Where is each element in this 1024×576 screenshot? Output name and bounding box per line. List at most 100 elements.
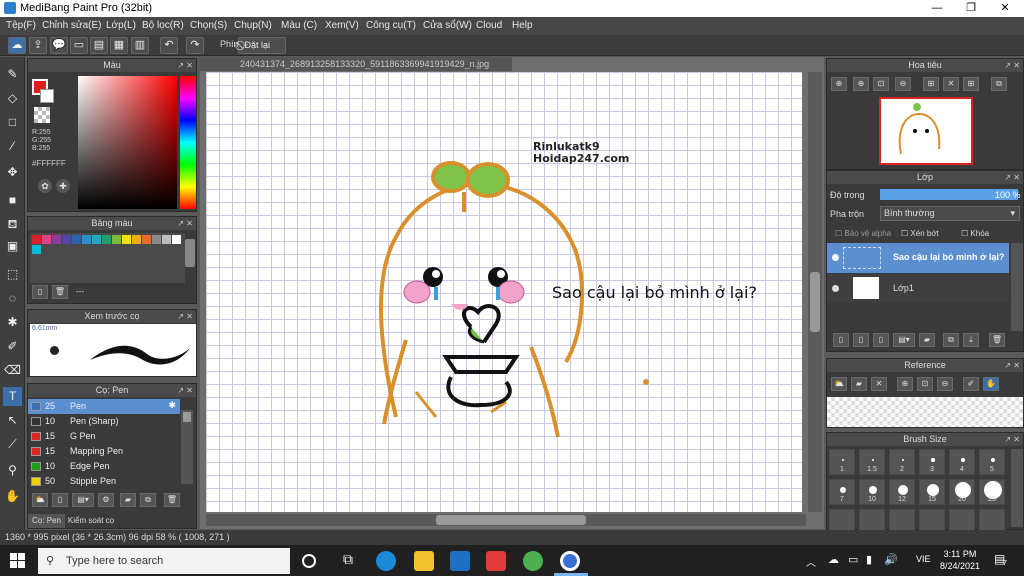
menu-window[interactable]: Cửa sổ(W) <box>423 20 472 31</box>
layer-folder-icon[interactable]: ▰ <box>919 333 935 347</box>
delete-palette-icon[interactable]: 🗑 <box>52 285 68 299</box>
store-icon[interactable] <box>486 551 506 571</box>
background-color-swatch[interactable] <box>40 89 54 103</box>
merge-layer-icon[interactable]: ⤓ <box>963 333 979 347</box>
cortana-icon[interactable] <box>302 554 316 568</box>
menu-color[interactable]: Màu (C) <box>281 20 317 31</box>
clipping-checkbox[interactable]: ☐ Xén bớt <box>901 229 939 238</box>
select-tool-icon[interactable]: ⬚ <box>3 265 22 284</box>
color-swatch[interactable] <box>72 235 81 244</box>
language-indicator[interactable]: VIE <box>916 554 931 564</box>
dot-tool-icon[interactable]: ⁄ <box>3 137 22 156</box>
network-icon[interactable]: ▭ <box>848 553 858 566</box>
mail-icon[interactable] <box>450 551 470 571</box>
zoom-in-icon[interactable]: ⊕ <box>897 377 913 391</box>
hand-tool-icon[interactable]: ✋ <box>3 487 22 506</box>
add-brush-dropdown[interactable]: ▤▾ <box>72 493 94 507</box>
gradient-tool-icon[interactable]: ▣ <box>3 237 22 256</box>
share-icon[interactable]: ⇪ <box>29 37 47 54</box>
layer-row-text[interactable]: Sao cậu lại bỏ mình ở lại? <box>827 243 1009 273</box>
brush-item[interactable]: 10 Edge Pen <box>28 459 180 474</box>
color-swatch[interactable] <box>92 235 101 244</box>
menu-capture[interactable]: Chụp(N) <box>234 20 272 31</box>
panel-popout-icon[interactable]: ↗ ✕ <box>177 310 193 323</box>
zoom-out-icon[interactable]: ⊖ <box>937 377 953 391</box>
undo-button[interactable]: ↶ <box>160 37 178 54</box>
zoom-fit-icon[interactable]: ⊡ <box>917 377 933 391</box>
redo-button[interactable]: ↷ <box>186 37 204 54</box>
volume-icon[interactable]: 🔊 <box>884 553 898 566</box>
operation-tool-icon[interactable]: ↖ <box>3 411 22 430</box>
brush-item[interactable]: 10 Pen (Sharp) <box>28 414 180 429</box>
eraser-tool-icon[interactable]: ◇ <box>3 89 22 108</box>
panel-popout-icon[interactable]: ↗ ✕ <box>177 384 193 397</box>
brush-size-cell[interactable]: 10 <box>859 479 885 505</box>
blend-mode-select[interactable]: Bình thường ▾ <box>880 206 1020 221</box>
menu-help[interactable]: Help <box>512 20 533 31</box>
tab-brush-control[interactable]: Kiểm soát cọ <box>66 514 116 528</box>
brush-item[interactable]: 25 Pen ✱ <box>28 399 180 414</box>
duplicate-brush-icon[interactable]: ⧉ <box>140 493 156 507</box>
close-reference-icon[interactable]: ✕ <box>871 377 887 391</box>
brush-scrollbar[interactable] <box>181 410 193 484</box>
color-swatch[interactable] <box>132 235 141 244</box>
chevron-up-icon[interactable]: ︿ <box>806 554 816 569</box>
color-swatch[interactable] <box>122 235 131 244</box>
color-swatch[interactable] <box>52 235 61 244</box>
navigator-thumbnail[interactable] <box>879 97 973 165</box>
cloud-brush-icon[interactable]: ⛅ <box>32 493 48 507</box>
zoom-actual-icon[interactable]: ⊡ <box>873 77 889 91</box>
maximize-button[interactable]: ❐ <box>954 0 988 17</box>
color-swatch[interactable] <box>172 235 181 244</box>
eyedropper-tool-icon[interactable]: ⚲ <box>3 461 22 480</box>
text-tool-icon[interactable]: T <box>3 387 22 406</box>
new-brush-icon[interactable]: ▯ <box>52 493 68 507</box>
eyedropper-icon[interactable]: ✐ <box>963 377 979 391</box>
gear-icon[interactable]: ✱ <box>168 400 176 411</box>
battery-icon[interactable]: ▮ <box>866 553 872 566</box>
color-swatch[interactable] <box>82 235 91 244</box>
fill-tool-icon[interactable]: ■ <box>3 191 22 210</box>
brush-folder-icon[interactable]: ▰ <box>120 493 136 507</box>
taskbar-search[interactable]: ⚲ Type here to search <box>38 548 290 574</box>
new-palette-icon[interactable]: ▯ <box>32 285 48 299</box>
panel-popout-icon[interactable]: ↗ ✕ <box>1004 171 1020 184</box>
panel-popout-icon[interactable]: ↗ ✕ <box>177 59 193 72</box>
duplicate-layer-icon[interactable]: ⧉ <box>943 333 959 347</box>
menu-file[interactable]: Tệp(F) <box>6 20 36 31</box>
layer-scrollbar[interactable] <box>1011 243 1023 331</box>
menu-filter[interactable]: Bộ lọc(R) <box>142 20 184 31</box>
color-swatch[interactable] <box>32 245 41 254</box>
clock[interactable]: 3:11 PM 8/24/2021 <box>940 548 980 572</box>
color-swatch[interactable] <box>32 235 41 244</box>
menu-tools[interactable]: Công cụ(T) <box>366 20 416 31</box>
transparent-swatch[interactable] <box>34 107 50 123</box>
cloud-reference-icon[interactable]: ⛅ <box>831 377 847 391</box>
canvas-hscroll[interactable] <box>206 514 806 526</box>
reference-area[interactable] <box>827 397 1023 427</box>
brush-size-cell[interactable]: 3 <box>919 449 945 475</box>
color-add-icon[interactable]: ✚ <box>56 179 70 193</box>
color-swatch[interactable] <box>112 235 121 244</box>
brush-item[interactable]: 50 Stipple Pen <box>28 474 180 489</box>
brush-item[interactable]: 15 Mapping Pen <box>28 444 180 459</box>
lasso-tool-icon[interactable]: ◌ <box>3 289 22 308</box>
minimize-button[interactable]: — <box>920 0 954 17</box>
new-layer-icon[interactable]: ▯ <box>833 333 849 347</box>
magic-wand-icon[interactable]: ✱ <box>3 313 22 332</box>
chat-icon[interactable]: ▭ <box>70 37 88 54</box>
brush-tool-icon[interactable]: ✎ <box>3 65 22 84</box>
medibang-taskbar-icon[interactable] <box>560 551 580 571</box>
file-explorer-icon[interactable] <box>414 551 434 571</box>
edge-icon[interactable] <box>376 551 396 571</box>
flip-icon[interactable]: ✕ <box>943 77 959 91</box>
document-icon[interactable]: ▤ <box>90 37 108 54</box>
bucket-tool-icon[interactable]: ⛾ <box>3 215 22 234</box>
color-swatch[interactable] <box>62 235 71 244</box>
add-layer-dropdown[interactable]: ▤▾ <box>893 333 915 347</box>
palette-icon[interactable]: ✿ <box>38 179 52 193</box>
select-eraser-icon[interactable]: ⌫ <box>3 361 22 380</box>
brush-size-cell[interactable]: 7 <box>829 479 855 505</box>
task-view-icon[interactable]: ⧉ <box>338 551 358 571</box>
brush-size-cell[interactable]: 12 <box>889 479 915 505</box>
